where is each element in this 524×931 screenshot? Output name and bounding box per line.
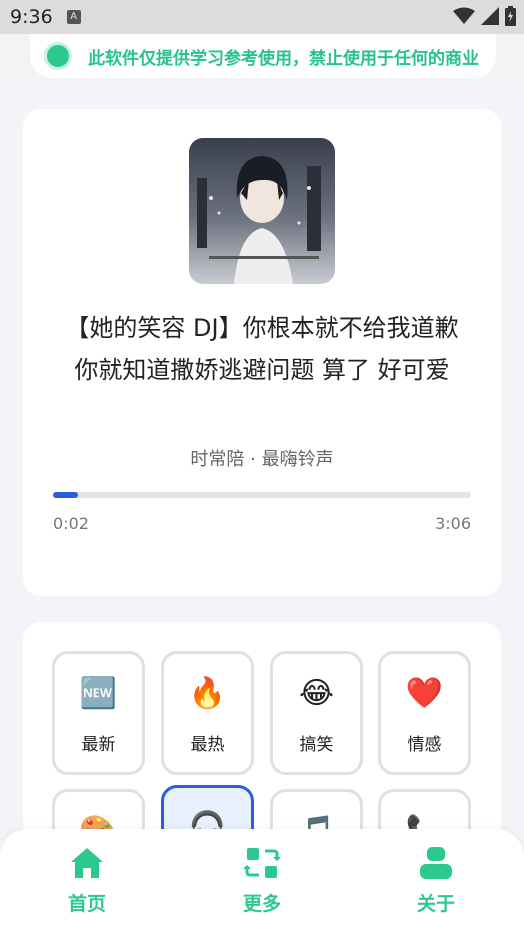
- notice-banner[interactable]: 此软件仅提供学习参考使用，禁止使用于任何的商业: [30, 34, 496, 78]
- new-icon: 🆕: [79, 676, 118, 711]
- nav-more-label: 更多: [242, 893, 281, 915]
- signal-icon: [481, 7, 499, 25]
- wifi-icon: [453, 7, 475, 24]
- fire-icon: 🔥: [188, 676, 227, 711]
- nav-home-label: 首页: [67, 893, 106, 915]
- album-cover[interactable]: [189, 138, 335, 284]
- heart-icon: ❤️: [405, 676, 444, 711]
- notice-area: 此软件仅提供学习参考使用，禁止使用于任何的商业: [0, 34, 524, 86]
- notice-text: 此软件仅提供学习参考使用，禁止使用于任何的商业: [88, 48, 479, 69]
- current-time: 0:02: [53, 514, 89, 533]
- exchange-icon: [244, 848, 280, 878]
- nav-about-label: 关于: [416, 893, 455, 915]
- song-artist: 时常陪 · 最嗨铃声: [190, 449, 334, 470]
- category-label: 搞笑: [299, 735, 334, 755]
- notification-a-icon: A: [66, 10, 81, 24]
- category-tile-funny[interactable]: 😂 搞笑: [270, 651, 363, 775]
- notice-dot-icon: [44, 42, 72, 70]
- nav-home[interactable]: 首页: [37, 845, 137, 921]
- progress-bar[interactable]: [53, 492, 471, 498]
- progress-fill: [53, 492, 79, 498]
- battery-icon: [505, 6, 516, 26]
- bottom-nav: 首页 更多 关于: [0, 829, 524, 931]
- home-icon: [71, 848, 103, 878]
- status-time: 9:36: [10, 6, 53, 28]
- user-icon: [420, 847, 452, 879]
- category-tile-newest[interactable]: 🆕 最新: [52, 651, 145, 775]
- status-bar: 9:36 A: [0, 0, 524, 34]
- nav-more[interactable]: 更多: [212, 845, 312, 921]
- laughing-face-icon: 😂: [298, 676, 335, 711]
- player-card: 【她的笑容 DJ】你根本就不给我道歉 你就知道撒娇逃避问题 算了 好可爱 时常陪…: [23, 109, 501, 596]
- category-tile-hottest[interactable]: 🔥 最热: [161, 651, 254, 775]
- category-label: 情感: [407, 735, 442, 755]
- category-tile-emotion[interactable]: ❤️ 情感: [378, 651, 471, 775]
- nav-about[interactable]: 关于: [386, 845, 486, 921]
- status-icons: [453, 6, 516, 26]
- total-time: 3:06: [435, 514, 471, 533]
- category-label: 最热: [190, 735, 225, 755]
- album-cover-art: [189, 138, 335, 284]
- song-title: 【她的笑容 DJ】你根本就不给我道歉 你就知道撒娇逃避问题 算了 好可爱: [65, 314, 459, 384]
- category-label: 最新: [81, 735, 116, 755]
